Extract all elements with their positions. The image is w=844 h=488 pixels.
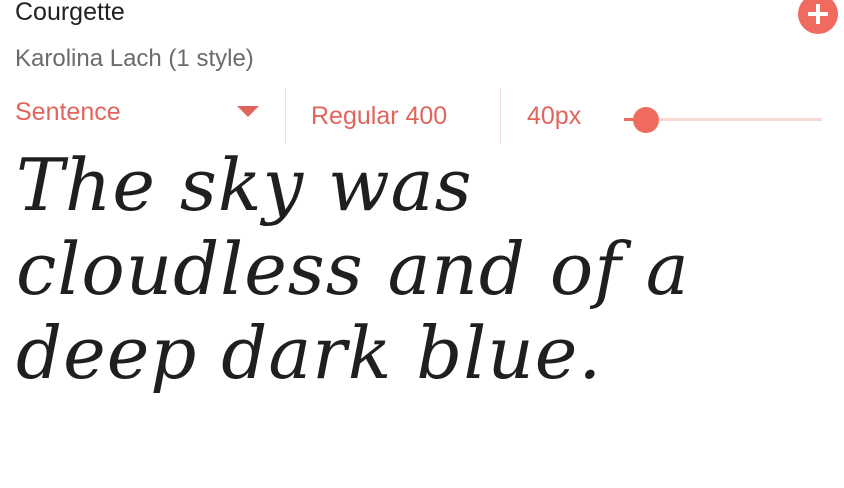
preview-text[interactable]: The sky was cloudless and of a deep dark… <box>16 143 826 395</box>
font-designer: Karolina Lach (1 style) <box>15 45 254 72</box>
font-size-slider[interactable] <box>624 104 822 134</box>
add-font-button[interactable] <box>798 0 838 34</box>
divider <box>500 88 501 144</box>
font-family-name: Courgette <box>15 0 125 26</box>
divider <box>285 88 286 144</box>
preview-controls: Sentence Regular 400 40px <box>0 88 844 144</box>
font-size-label: 40px <box>527 102 582 130</box>
preview-mode-select[interactable]: Sentence <box>15 98 265 130</box>
caret-down-icon <box>237 106 259 117</box>
slider-thumb[interactable] <box>632 107 659 133</box>
font-weight-select[interactable]: Regular 400 <box>311 102 447 131</box>
preview-mode-value: Sentence <box>15 98 121 126</box>
plus-icon <box>808 4 828 24</box>
